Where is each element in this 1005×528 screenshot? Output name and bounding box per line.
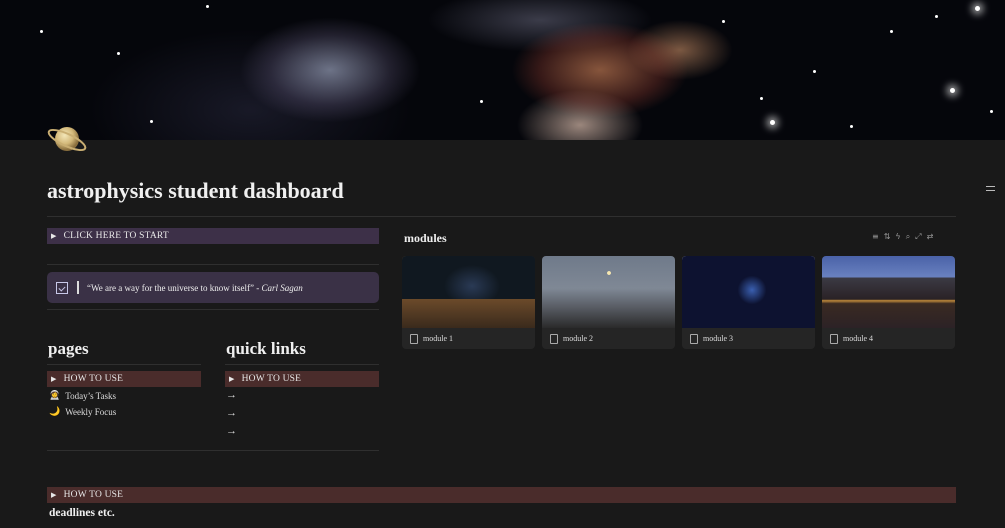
- quote-text: “We are a way for the universe to know i…: [87, 282, 303, 293]
- pages-how-to-use-toggle[interactable]: ▶ HOW TO USE: [47, 371, 201, 387]
- pages-toggle-label: HOW TO USE: [63, 374, 124, 384]
- saturn-icon[interactable]: [46, 118, 88, 160]
- module-card[interactable]: module 3: [682, 256, 815, 349]
- divider: [47, 309, 379, 310]
- quick-link-arrow[interactable]: →: [226, 389, 237, 401]
- moon-icon: 🌙: [49, 406, 61, 416]
- divider: [47, 364, 201, 365]
- table-of-contents-icon[interactable]: [986, 186, 995, 194]
- module-thumbnail-laptop: [402, 256, 535, 328]
- cover-image: [0, 0, 1005, 140]
- more-icon[interactable]: ⇄: [927, 232, 934, 242]
- page-icon: [410, 333, 418, 344]
- quick-links-toggle-label: HOW TO USE: [241, 374, 302, 384]
- start-toggle[interactable]: ▶ CLICK HERE TO START: [47, 228, 379, 244]
- quick-link-arrow[interactable]: →: [226, 425, 237, 437]
- toggle-triangle-icon: ▶: [51, 375, 57, 383]
- bottom-how-to-use-toggle[interactable]: ▶ HOW TO USE: [47, 487, 956, 503]
- module-label: module 2: [563, 334, 593, 343]
- toggle-triangle-icon: ▶: [229, 375, 235, 383]
- sort-icon[interactable]: ⇅: [884, 232, 891, 242]
- divider: [225, 364, 379, 365]
- database-toolbar: ≡ ⇅ ϟ ⌕ ⤢ ⇄: [872, 232, 933, 242]
- title-divider: [47, 216, 956, 217]
- toggle-triangle-icon: ▶: [51, 232, 57, 240]
- divider: [47, 264, 379, 265]
- quote-author: Carl Sagan: [261, 282, 303, 293]
- module-card[interactable]: module 4: [822, 256, 955, 349]
- page-link-label: Weekly Focus: [65, 406, 117, 417]
- filter-icon[interactable]: ≡: [872, 232, 879, 242]
- checkbox-icon: [56, 281, 68, 294]
- page-title: astrophysics student dashboard: [47, 178, 344, 203]
- expand-icon[interactable]: ⤢: [915, 232, 921, 242]
- page-link-weekly-focus[interactable]: 🌙 Weekly Focus: [49, 406, 116, 417]
- quote-callout: “We are a way for the universe to know i…: [47, 272, 379, 303]
- module-thumbnail-building: [822, 256, 955, 328]
- astronaut-icon: 👩‍🚀: [49, 390, 61, 400]
- pages-heading: pages: [48, 339, 89, 358]
- page-link-label: Today’s Tasks: [65, 390, 117, 401]
- page-icon: [690, 333, 698, 344]
- modules-title: modules: [404, 231, 447, 245]
- module-label: module 1: [423, 334, 453, 343]
- quote-bar: [77, 281, 79, 294]
- page-icon: [550, 333, 558, 344]
- quick-links-how-to-use-toggle[interactable]: ▶ HOW TO USE: [225, 371, 379, 387]
- page-link-todays-tasks[interactable]: 👩‍🚀 Today’s Tasks: [49, 390, 116, 401]
- module-thumbnail-moon-sky: [542, 256, 675, 328]
- module-label: module 4: [843, 334, 873, 343]
- quick-link-arrow[interactable]: →: [226, 407, 237, 419]
- module-card[interactable]: module 2: [542, 256, 675, 349]
- search-icon[interactable]: ⌕: [906, 232, 910, 242]
- start-toggle-label: CLICK HERE TO START: [63, 231, 169, 241]
- bottom-toggle-label: HOW TO USE: [63, 490, 124, 500]
- lightning-icon[interactable]: ϟ: [895, 232, 900, 242]
- module-thumbnail-screen: [682, 256, 815, 328]
- deadlines-heading: deadlines etc.: [49, 507, 115, 519]
- page-icon: [830, 333, 838, 344]
- module-label: module 3: [703, 334, 733, 343]
- module-card[interactable]: module 1: [402, 256, 535, 349]
- divider: [47, 450, 379, 451]
- quick-links-heading: quick links: [226, 339, 306, 358]
- toggle-triangle-icon: ▶: [51, 491, 57, 499]
